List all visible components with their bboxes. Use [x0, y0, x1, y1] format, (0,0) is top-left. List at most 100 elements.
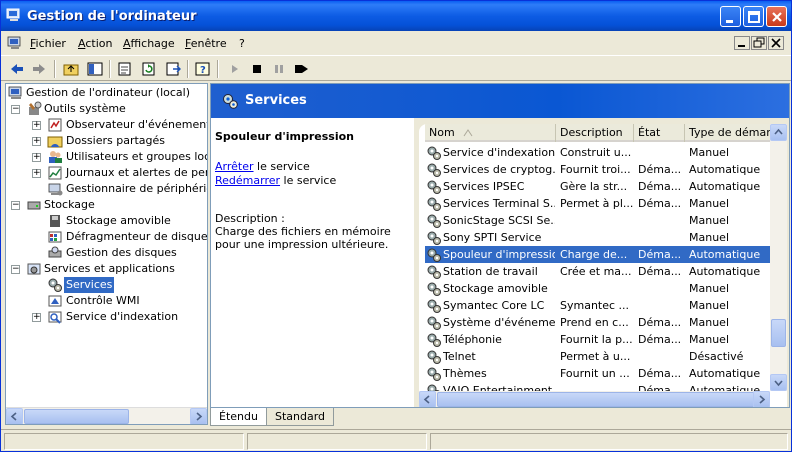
- list-item[interactable]: Thèmes Fournit un ... Déma... Automatique: [425, 365, 771, 382]
- tree-item-utilisateurs[interactable]: + Utilisateurs et groupes locaux: [8, 149, 207, 165]
- scroll-down-button[interactable]: [770, 374, 787, 391]
- scroll-thumb[interactable]: [24, 409, 129, 424]
- scroll-thumb[interactable]: [437, 392, 757, 407]
- tree-item-observateur[interactable]: + Observateur d'événements: [8, 117, 207, 133]
- child-restore-button[interactable]: [751, 36, 767, 50]
- toolbar-separator: [217, 60, 219, 78]
- restart-service-button[interactable]: [291, 59, 311, 79]
- list-item[interactable]: VAIO Entertainment ... Déma... Automatique: [425, 382, 771, 391]
- menu-fichier[interactable]: Fichier: [30, 37, 66, 50]
- list-item[interactable]: Services de cryptog... Fournit troi... Dém…: [425, 161, 771, 178]
- tree-item-services[interactable]: Services: [8, 277, 207, 293]
- list-item[interactable]: Sony SPTI Service Manuel: [425, 229, 771, 246]
- toolbar-separator: [109, 60, 111, 78]
- storage-icon: [27, 201, 41, 210]
- child-minimize-button[interactable]: [734, 36, 750, 50]
- menu-action[interactable]: Action: [78, 37, 112, 50]
- collapse-icon[interactable]: −: [11, 105, 20, 114]
- column-header-nom[interactable]: Nom: [425, 124, 556, 142]
- list-item[interactable]: Station de travail Crée et ma... Déma... Au…: [425, 263, 771, 280]
- list-item[interactable]: Telnet Permet à u... Désactivé: [425, 348, 771, 365]
- scroll-thumb[interactable]: [771, 319, 786, 347]
- up-folder-button[interactable]: [61, 59, 81, 79]
- list-item[interactable]: Services Terminal S... Permet à pl... Déma…: [425, 195, 771, 212]
- tree-item-services-applications[interactable]: − Services et applications: [8, 261, 207, 277]
- expand-icon[interactable]: +: [32, 313, 41, 322]
- tree-label: Gestionnaire de périphériques: [66, 182, 207, 195]
- service-startup-type-cell: Automatique: [689, 180, 761, 193]
- list-item[interactable]: Système d'événeme... Prend en c... Déma...…: [425, 314, 771, 331]
- properties-button[interactable]: [115, 59, 135, 79]
- tree-label: Outils système: [44, 102, 126, 115]
- gears-icon: [223, 94, 238, 109]
- services-list[interactable]: Nom Description État Type de démarrage S…: [419, 124, 787, 407]
- scroll-up-button[interactable]: [770, 124, 787, 141]
- menu-affichage[interactable]: Affichage: [123, 37, 175, 50]
- indexing-service-icon: [48, 311, 62, 324]
- tree-item-stockage-amovible[interactable]: Stockage amovible: [8, 213, 207, 229]
- list-item[interactable]: Stockage amovible Manuel: [425, 280, 771, 297]
- list-horizontal-scrollbar[interactable]: [419, 391, 770, 407]
- expand-icon[interactable]: +: [32, 121, 41, 130]
- tab-standard[interactable]: Standard: [266, 408, 335, 426]
- maximize-button[interactable]: [743, 6, 764, 27]
- tree-item-defragmenteur[interactable]: Défragmenteur de disque: [8, 229, 207, 245]
- column-header-etat[interactable]: État: [634, 124, 685, 142]
- tree-horizontal-scrollbar[interactable]: [6, 407, 207, 424]
- back-button[interactable]: [7, 59, 27, 79]
- expand-icon[interactable]: +: [32, 153, 41, 162]
- list-item[interactable]: Spouleur d'impression Charge de... Déma...…: [425, 246, 771, 263]
- collapse-icon[interactable]: −: [11, 201, 20, 210]
- wmi-control-icon: [48, 295, 62, 307]
- show-hide-tree-button[interactable]: [85, 59, 105, 79]
- child-close-button[interactable]: [768, 36, 784, 50]
- tree-item-stockage[interactable]: − Stockage: [8, 197, 207, 213]
- menu-fenetre[interactable]: Fenêtre: [185, 37, 227, 50]
- list-item[interactable]: Service d'indexation Construit u... Manuel: [425, 144, 771, 161]
- scroll-left-button[interactable]: [419, 391, 436, 407]
- expand-icon[interactable]: +: [32, 169, 41, 178]
- tree-item-service-indexation[interactable]: + Service d'indexation: [8, 309, 207, 325]
- tree-item-controle-wmi[interactable]: Contrôle WMI: [8, 293, 207, 309]
- service-description-cell: Symantec ...: [560, 299, 630, 312]
- refresh-button[interactable]: [139, 59, 159, 79]
- services-list-frame: Nom Description État Type de démarrage S…: [414, 118, 789, 407]
- console-tree[interactable]: Gestion de l'ordinateur (local) − Outils…: [5, 83, 208, 425]
- column-header-description[interactable]: Description: [556, 124, 634, 142]
- scroll-right-button[interactable]: [753, 391, 770, 407]
- close-button[interactable]: [766, 6, 787, 27]
- tree-item-gestionnaire-peripheriques[interactable]: Gestionnaire de périphériques: [8, 181, 207, 197]
- tab-etendu[interactable]: Étendu: [210, 408, 267, 426]
- minimize-button[interactable]: [720, 6, 741, 27]
- list-vertical-scrollbar[interactable]: [770, 124, 787, 391]
- title-bar[interactable]: Gestion de l'ordinateur: [1, 1, 791, 31]
- service-startup-type-cell: Manuel: [689, 214, 729, 227]
- collapse-icon[interactable]: −: [11, 265, 20, 274]
- export-list-button[interactable]: [163, 59, 183, 79]
- tree-item-gestion-disques[interactable]: Gestion des disques: [8, 245, 207, 261]
- tree-item-root[interactable]: Gestion de l'ordinateur (local): [8, 85, 207, 101]
- gears-icon: [48, 278, 62, 292]
- tree-item-journaux[interactable]: + Journaux et alertes de performance: [8, 165, 207, 181]
- pause-service-button[interactable]: [269, 59, 289, 79]
- restart-service-link[interactable]: Redémarrer: [215, 174, 280, 187]
- forward-button[interactable]: [29, 59, 49, 79]
- scroll-right-button[interactable]: [190, 408, 207, 424]
- list-item[interactable]: Services IPSEC Gère la str... Déma... Autom…: [425, 178, 771, 195]
- scroll-left-button[interactable]: [6, 408, 23, 424]
- tree-item-dossiers-partages[interactable]: + Dossiers partagés: [8, 133, 207, 149]
- start-service-button[interactable]: [225, 59, 245, 79]
- menu-help[interactable]: ?: [239, 37, 245, 50]
- stop-service-link[interactable]: Arrêter: [215, 160, 254, 173]
- computer-management-icon: [6, 8, 20, 21]
- service-startup-type-cell: Manuel: [689, 282, 729, 295]
- column-header-type-demarrage[interactable]: Type de démarrage: [685, 124, 770, 142]
- list-item[interactable]: Symantec Core LC Symantec ... Manuel: [425, 297, 771, 314]
- help-button[interactable]: ?: [193, 59, 213, 79]
- list-item[interactable]: SonicStage SCSI Se... Manuel: [425, 212, 771, 229]
- list-item[interactable]: Téléphonie Fournit la p... Déma... Manuel: [425, 331, 771, 348]
- tree-item-outils-systeme[interactable]: − Outils système: [8, 101, 207, 117]
- gears-icon: [427, 384, 440, 391]
- stop-service-button[interactable]: [247, 59, 267, 79]
- expand-icon[interactable]: +: [32, 137, 41, 146]
